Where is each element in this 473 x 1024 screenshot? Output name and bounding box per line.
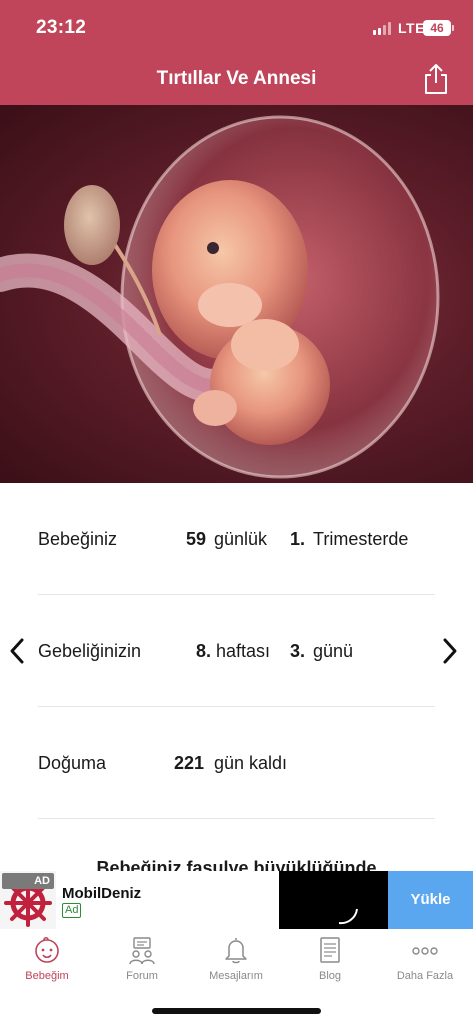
ad-install-button[interactable]: Yükle <box>388 871 473 929</box>
tab-label: Blog <box>318 970 342 982</box>
tab-label: Daha Fazla <box>396 970 454 982</box>
status-bar: 23:12 LTE 46 <box>0 0 473 56</box>
bell-icon <box>225 938 247 964</box>
tab-forum[interactable]: Forum <box>95 929 189 989</box>
tab-label: Mesajlarım <box>209 970 263 982</box>
tab-bebegim[interactable]: Bebeğim <box>0 929 94 989</box>
day-unit: günü <box>313 641 354 661</box>
week-number: 8. <box>196 641 212 661</box>
week-label: Gebeliğinizin <box>38 641 142 661</box>
ad-app-logo[interactable]: AD <box>0 871 56 929</box>
chevron-left-icon <box>10 638 24 664</box>
network-type: LTE <box>398 20 425 36</box>
ad-video[interactable] <box>279 871 388 929</box>
tab-label: Forum <box>126 970 158 982</box>
day-number: 3. <box>290 641 306 661</box>
forum-icon <box>129 937 155 965</box>
tab-mesajlarim[interactable]: Mesajlarım <box>189 929 283 989</box>
pregnancy-week-row: Gebeliğinizin 8. haftası 3. günü <box>38 595 435 707</box>
chevron-right-icon <box>443 638 457 664</box>
page-title: Tırtıllar Ve Annesi <box>156 68 317 89</box>
age-days-unit: günlük <box>214 529 268 549</box>
app-header: 23:12 LTE 46 Tırtıllar Ve Annesi <box>0 0 473 105</box>
embryo-illustration <box>0 115 440 479</box>
blog-icon <box>320 937 340 963</box>
birth-countdown-row: Doğuma 221 gün kaldı <box>38 707 435 819</box>
status-time: 23:12 <box>36 17 87 38</box>
ad-label: AD <box>2 873 54 889</box>
battery-icon: 46 <box>423 20 454 36</box>
baby-face-icon <box>35 936 59 963</box>
loading-spinner-icon <box>338 908 358 925</box>
share-button[interactable] <box>422 63 450 95</box>
days-left: 221 <box>174 753 205 773</box>
days-left-unit: gün kaldı <box>214 753 288 773</box>
week-unit: haftası <box>216 641 271 661</box>
trimester-number: 1. <box>290 529 306 549</box>
ad-badge: Ad <box>62 903 82 918</box>
signal-icon <box>373 22 393 35</box>
ad-app-name[interactable]: MobilDeniz <box>62 885 141 902</box>
prev-day-button[interactable] <box>5 635 29 667</box>
ad-banner[interactable]: AD MobilDeniz Ad Yükle <box>0 871 473 929</box>
tab-label: Bebeğim <box>25 970 69 982</box>
embryo-image <box>0 105 473 483</box>
home-indicator[interactable] <box>152 1008 321 1014</box>
birth-label: Doğuma <box>38 753 107 773</box>
trimester-label: Trimesterde <box>313 529 409 549</box>
share-icon <box>425 64 447 94</box>
tab-daha-fazla[interactable]: Daha Fazla <box>378 929 472 989</box>
next-day-button[interactable] <box>438 635 462 667</box>
baby-age-row: Bebeğiniz 59 günlük 1. Trimesterde <box>38 483 435 595</box>
age-label: Bebeğiniz <box>38 529 118 549</box>
tab-blog[interactable]: Blog <box>283 929 377 989</box>
more-icon <box>412 947 438 955</box>
age-days: 59 <box>186 529 207 549</box>
